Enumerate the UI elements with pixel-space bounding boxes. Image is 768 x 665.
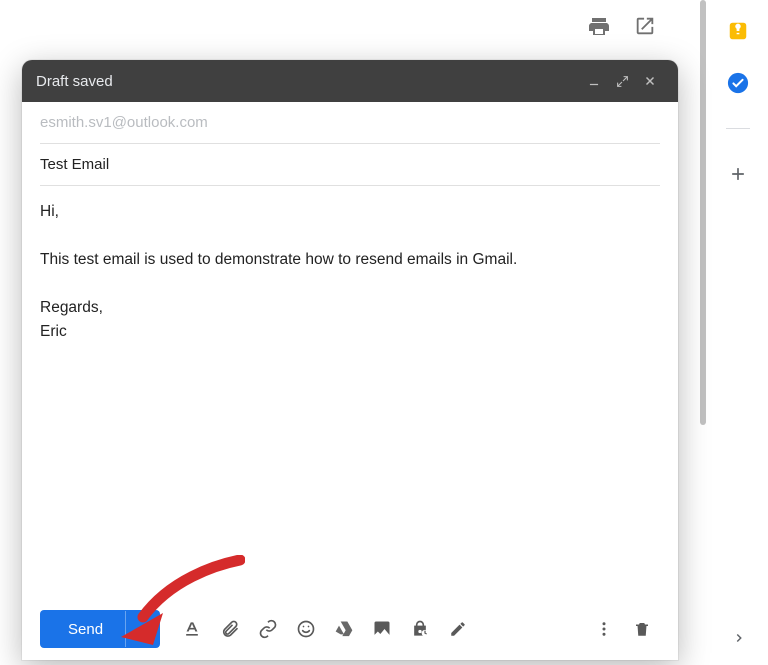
compose-title: Draft saved [36,73,580,90]
drive-icon[interactable] [326,611,362,647]
compose-footer: Send [22,604,678,660]
side-panel-separator [726,128,750,129]
close-icon[interactable] [636,67,664,95]
side-panel [708,0,768,665]
message-body[interactable]: Hi, This test email is used to demonstra… [40,186,660,604]
send-button[interactable]: Send [40,610,160,648]
emoji-icon[interactable] [288,611,324,647]
link-icon[interactable] [250,611,286,647]
compose-window: Draft saved esmith.sv1@outlook.com Test … [22,60,678,660]
image-icon[interactable] [364,611,400,647]
keep-notes-icon[interactable] [727,20,749,42]
add-icon[interactable] [727,163,749,185]
format-text-icon[interactable] [174,611,210,647]
more-icon[interactable] [586,611,622,647]
subject-field[interactable]: Test Email [40,144,660,186]
compose-header: Draft saved [22,60,678,102]
to-field[interactable]: esmith.sv1@outlook.com [40,102,660,144]
open-new-window-icon[interactable] [634,15,658,39]
minimize-icon[interactable] [580,67,608,95]
compose-body: esmith.sv1@outlook.com Test Email Hi, Th… [22,102,678,604]
signature-icon[interactable] [440,611,476,647]
attach-icon[interactable] [212,611,248,647]
fullscreen-icon[interactable] [608,67,636,95]
send-button-label: Send [46,621,125,638]
trash-icon[interactable] [624,611,660,647]
message-toolbar [0,15,768,55]
send-options-dropdown[interactable] [126,624,154,634]
chevron-right-icon[interactable] [732,631,746,645]
print-icon[interactable] [587,15,611,39]
confidential-icon[interactable] [402,611,438,647]
scrollbar[interactable] [700,0,706,425]
tasks-icon[interactable] [727,72,749,94]
